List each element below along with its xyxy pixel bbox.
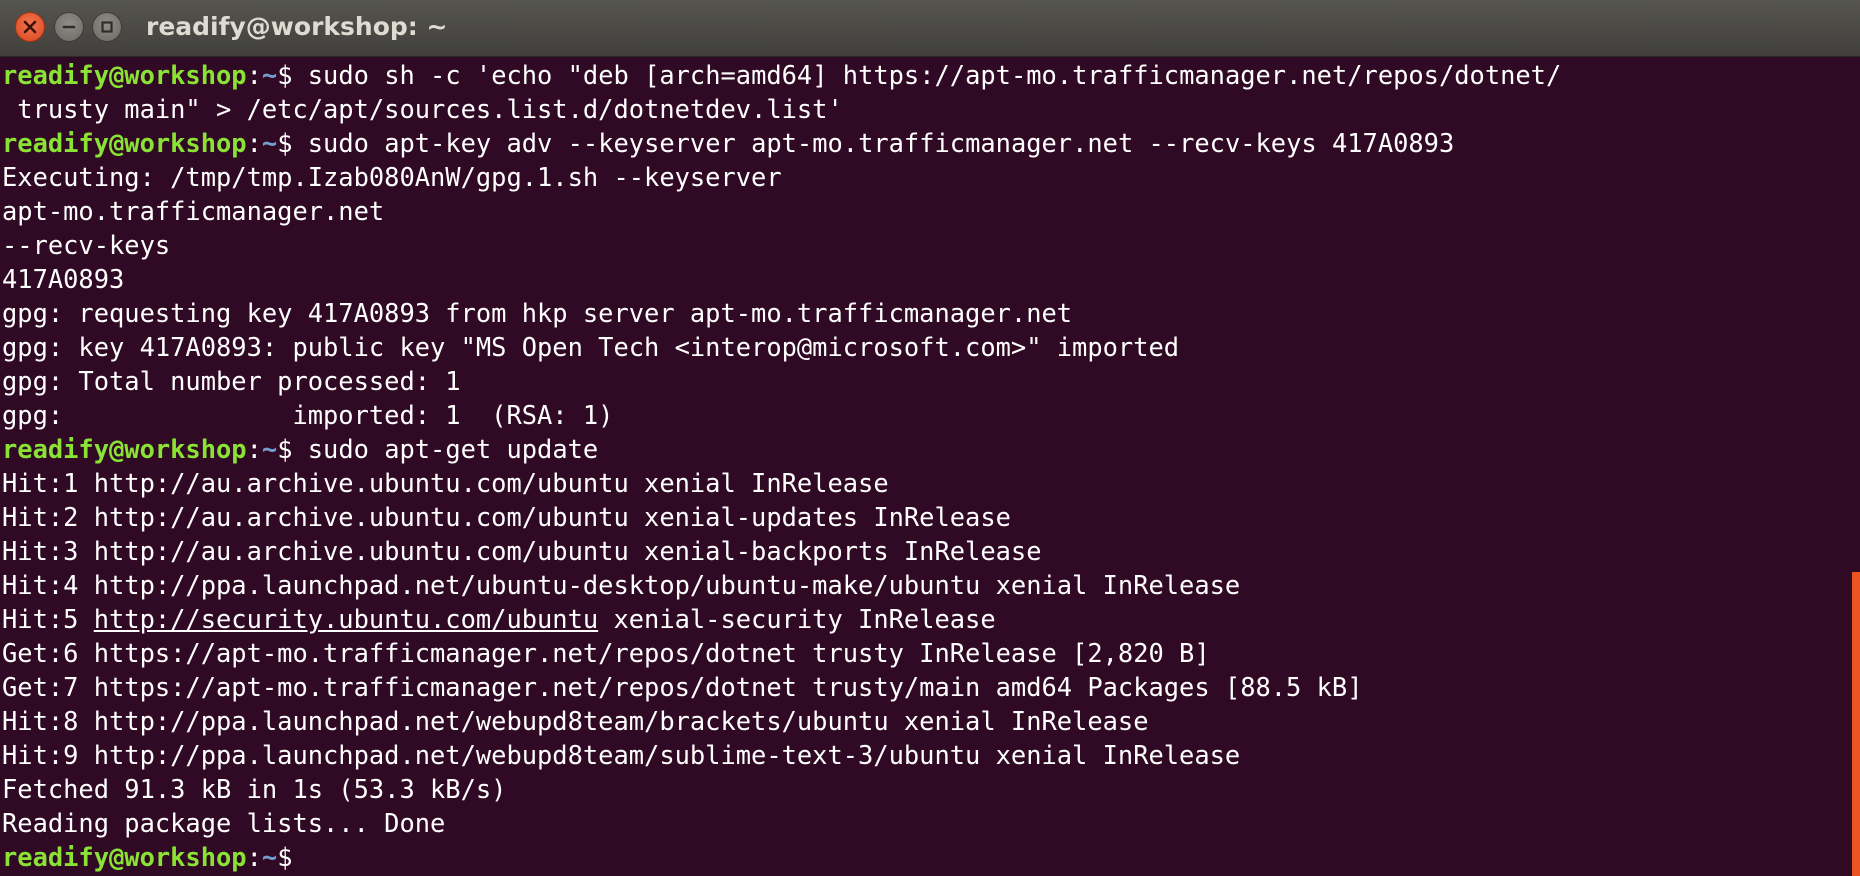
terminal-line: Hit:8 http://ppa.launchpad.net/webupd8te… [2, 706, 1149, 736]
window-title: readify@workshop: ~ [146, 12, 448, 41]
terminal-line: gpg: Total number processed: 1 [2, 366, 461, 396]
command-text: sudo apt-key adv --keyserver apt-mo.traf… [307, 128, 1455, 158]
terminal-line: Get:6 https://apt-mo.trafficmanager.net/… [2, 638, 1210, 668]
prompt-path: ~ [261, 128, 278, 158]
prompt-user: readify@workshop [2, 842, 247, 872]
line-prefix: Hit:5 [2, 604, 94, 634]
terminal-line: --recv-keys [2, 230, 171, 260]
terminal-line: readify@workshop:~$ [2, 840, 1840, 874]
terminal-line: Reading package lists... Done [2, 808, 446, 838]
terminal-line: trusty main" > /etc/apt/sources.list.d/d… [2, 94, 843, 124]
terminal-line: Hit:9 http://ppa.launchpad.net/webupd8te… [2, 740, 1241, 770]
terminal-line: readify@workshop:~$ sudo sh -c 'echo "de… [2, 58, 1840, 92]
terminal-line: Fetched 91.3 kB in 1s (53.3 kB/s) [2, 774, 507, 804]
terminal-line: gpg: requesting key 417A0893 from hkp se… [2, 298, 1073, 328]
prompt-symbol: $ [277, 842, 308, 872]
prompt-user: readify@workshop [2, 434, 247, 464]
prompt-colon: : [246, 128, 262, 158]
url-link[interactable]: http://security.ubuntu.com/ubuntu [94, 604, 598, 634]
terminal-line: readify@workshop:~$ sudo apt-key adv --k… [2, 126, 1840, 160]
prompt-colon: : [246, 434, 262, 464]
prompt-path: ~ [261, 434, 278, 464]
terminal-line: 417A0893 [2, 264, 125, 294]
terminal-line: readify@workshop:~$ sudo apt-get update [2, 432, 1840, 466]
prompt-user: readify@workshop [2, 128, 247, 158]
prompt-user: readify@workshop [2, 60, 247, 90]
prompt-colon: : [246, 60, 262, 90]
maximize-icon [101, 21, 113, 33]
scrollbar-thumb[interactable] [1852, 572, 1860, 876]
terminal-line: Get:7 https://apt-mo.trafficmanager.net/… [2, 672, 1363, 702]
terminal-line: Hit:5 http://security.ubuntu.com/ubuntu … [2, 602, 1840, 636]
close-icon [23, 20, 37, 34]
terminal-line: apt-mo.trafficmanager.net [2, 196, 385, 226]
terminal-line: gpg: key 417A0893: public key "MS Open T… [2, 332, 1180, 362]
terminal-line: Hit:2 http://au.archive.ubuntu.com/ubunt… [2, 502, 1011, 532]
command-text: sudo sh -c 'echo "deb [arch=amd64] https… [307, 60, 1562, 90]
maximize-button[interactable] [92, 12, 122, 42]
terminal-line: gpg: imported: 1 (RSA: 1) [2, 400, 614, 430]
terminal-line: Hit:3 http://au.archive.ubuntu.com/ubunt… [2, 536, 1042, 566]
close-button[interactable] [15, 12, 45, 42]
command-text: sudo apt-get update [307, 434, 599, 464]
title-bar[interactable]: readify@workshop: ~ [0, 0, 1860, 57]
prompt-symbol: $ [277, 434, 308, 464]
terminal-line: Executing: /tmp/tmp.Izab080AnW/gpg.1.sh … [2, 162, 782, 192]
prompt-path: ~ [261, 842, 278, 872]
minimize-icon [62, 25, 76, 29]
prompt-colon: : [246, 842, 262, 872]
minimize-button[interactable] [54, 12, 84, 42]
terminal-line: Hit:1 http://au.archive.ubuntu.com/ubunt… [2, 468, 889, 498]
terminal-window: readify@workshop: ~ readify@workshop:~$ … [0, 0, 1860, 876]
terminal-line: Hit:4 http://ppa.launchpad.net/ubuntu-de… [2, 570, 1241, 600]
terminal-output[interactable]: readify@workshop:~$ sudo sh -c 'echo "de… [0, 58, 1840, 876]
line-suffix: xenial-security InRelease [598, 604, 996, 634]
prompt-path: ~ [261, 60, 278, 90]
prompt-symbol: $ [277, 128, 308, 158]
prompt-symbol: $ [277, 60, 308, 90]
